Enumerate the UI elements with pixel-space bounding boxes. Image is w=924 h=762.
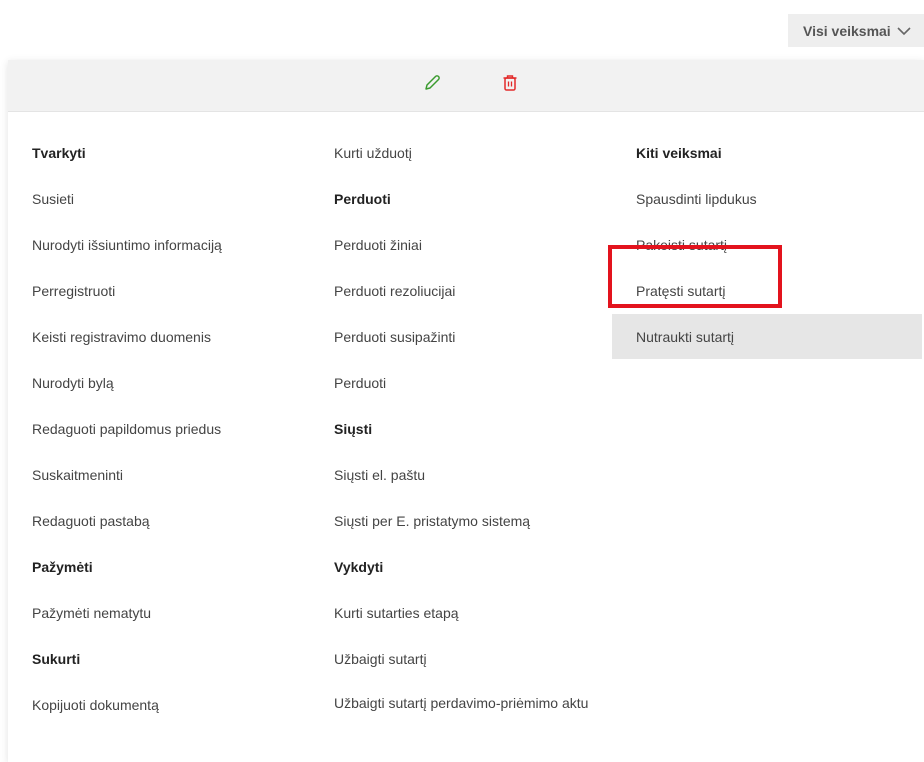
menu-item[interactable]: Užbaigti sutartį perdavimo-priėmimo aktu	[310, 682, 610, 738]
menu-item[interactable]: Perduoti susipažinti	[310, 314, 455, 359]
menu-item[interactable]: Kopijuoti dokumentą	[8, 682, 159, 727]
delete-button[interactable]	[499, 74, 521, 96]
menu-item[interactable]: Nurodyti bylą	[8, 360, 114, 405]
menu-item[interactable]: Perduoti žiniai	[310, 222, 422, 267]
menu-item[interactable]: Nurodyti išsiuntimo informaciją	[8, 222, 222, 267]
actions-toolbar	[8, 60, 924, 112]
menu-item[interactable]: Pratęsti sutartį	[612, 268, 725, 313]
menu-item[interactable]: Redaguoti pastabą	[8, 498, 150, 543]
trash-icon	[502, 74, 518, 97]
menu-item[interactable]: Nutraukti sutartį	[612, 314, 922, 359]
menu-item[interactable]: Perduoti	[310, 360, 386, 405]
pencil-icon	[423, 74, 441, 97]
menu-item[interactable]: Spausdinti lipdukus	[612, 176, 757, 221]
menu-item[interactable]: Susieti	[8, 176, 74, 221]
menu-group-heading: Kiti veiksmai	[636, 144, 722, 161]
menu-item[interactable]: Suskaitmeninti	[8, 452, 123, 497]
menu-item[interactable]: Pakeisti sutartį	[612, 222, 727, 267]
menu-item[interactable]: Perregistruoti	[8, 268, 115, 313]
menu-group-heading: Vykdyti	[334, 558, 384, 575]
menu-item[interactable]: Siųsti per E. pristatymo sistemą	[310, 498, 530, 543]
menu-item[interactable]: Keisti registravimo duomenis	[8, 314, 211, 359]
menu-item[interactable]: Užbaigti sutartį	[310, 636, 427, 681]
menu-group-heading: Siųsti	[334, 420, 373, 437]
top-bar: Visi veiksmai	[0, 0, 924, 60]
menu-item[interactable]: Pažymėti nematytu	[8, 590, 151, 635]
menu-group-heading: Perduoti	[334, 190, 391, 207]
menu-item[interactable]: Perduoti rezoliucijai	[310, 268, 455, 313]
menu-group-heading: Sukurti	[32, 650, 81, 667]
menu-item[interactable]: Kurti sutarties etapą	[310, 590, 459, 635]
menu-group-heading: Tvarkyti	[32, 144, 86, 161]
menu-item[interactable]: Siųsti el. paštu	[310, 452, 425, 497]
all-actions-dropdown[interactable]: Visi veiksmai	[788, 14, 924, 47]
menu-group-heading: Pažymėti	[32, 558, 93, 575]
actions-menu-panel: Tvarkyti Susieti Nurodyti išsiuntimo infor…	[8, 60, 924, 762]
chevron-down-icon	[897, 26, 911, 36]
menu-item[interactable]: Redaguoti papildomus priedus	[8, 406, 221, 451]
menu-item[interactable]: Kurti užduotį	[310, 130, 412, 175]
all-actions-label: Visi veiksmai	[803, 22, 891, 39]
edit-button[interactable]	[421, 74, 443, 96]
